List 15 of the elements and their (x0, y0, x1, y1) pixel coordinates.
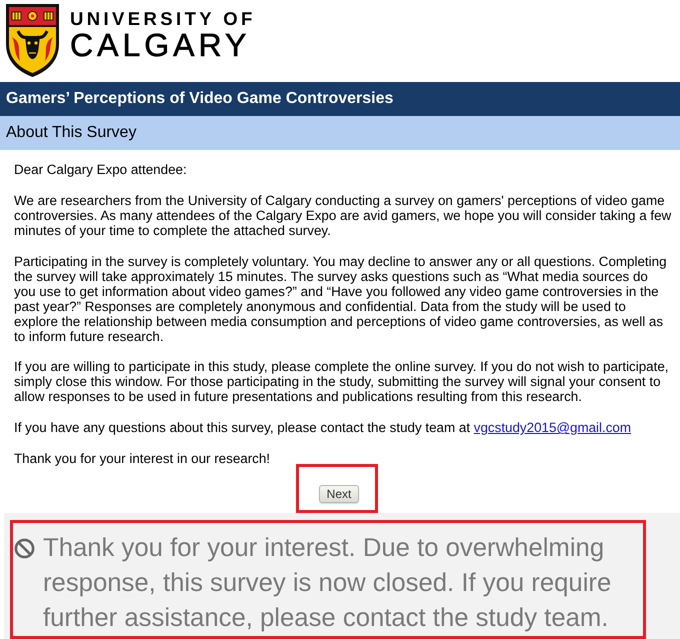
next-button[interactable]: Next (319, 484, 359, 503)
contact-text: If you have any questions about this survey, please contact the study team at vgcstudy2015@gmail.com (14, 421, 632, 436)
body-paragraph: If you are willing to participate in this study, please complete the online survey. If you do not wish to participate, simply close this window. For those participating in the study, submitting the survey will signal your consent to allow responses to be used in future presentations and publications resulting from this research. (14, 360, 670, 406)
logo-text: UNIVERSITY OF (70, 10, 256, 28)
closing-text: Thank you for your interest in our research! (14, 452, 272, 467)
survey-title: Gamers’ Perceptions of Video Game Controversies (6, 90, 394, 107)
body-paragraph: We are researchers from the University of Calgary conducting a survey on gamers' perceptions of video game controversies. As many attendees of the Calgary Expo are avid gamers, we hope you will consider taking a few minutes of your time to complete the attached survey. (14, 194, 672, 240)
closed-message: Thank you for your interest. Due to overwhelming response, this survey is now closed. If you require further assistance, please contact the study team. (43, 532, 612, 634)
logo-text: CALGARY (70, 29, 252, 61)
body-paragraph: Participating in the survey is completely voluntary. You may decline to answer any or all questions. Completing the survey will take approximately 15 minutes. The survey asks questions such as “What media sources do you use to get information about video games?” and “Have you followed any video game controversies in the past year?” Responses are completely anonymous and confidential. Data from the study will be used to explore the relationship between media consumption and perceptions of video game controversies, as well as to inform future research. (14, 255, 668, 344)
blocked-icon (14, 538, 35, 559)
greeting-text: Dear Calgary Expo attendee: (14, 163, 188, 178)
section-title: About This Survey (6, 124, 136, 141)
email-link[interactable]: vgcstudy2015@gmail.com (474, 420, 632, 436)
crest-icon (5, 3, 60, 78)
